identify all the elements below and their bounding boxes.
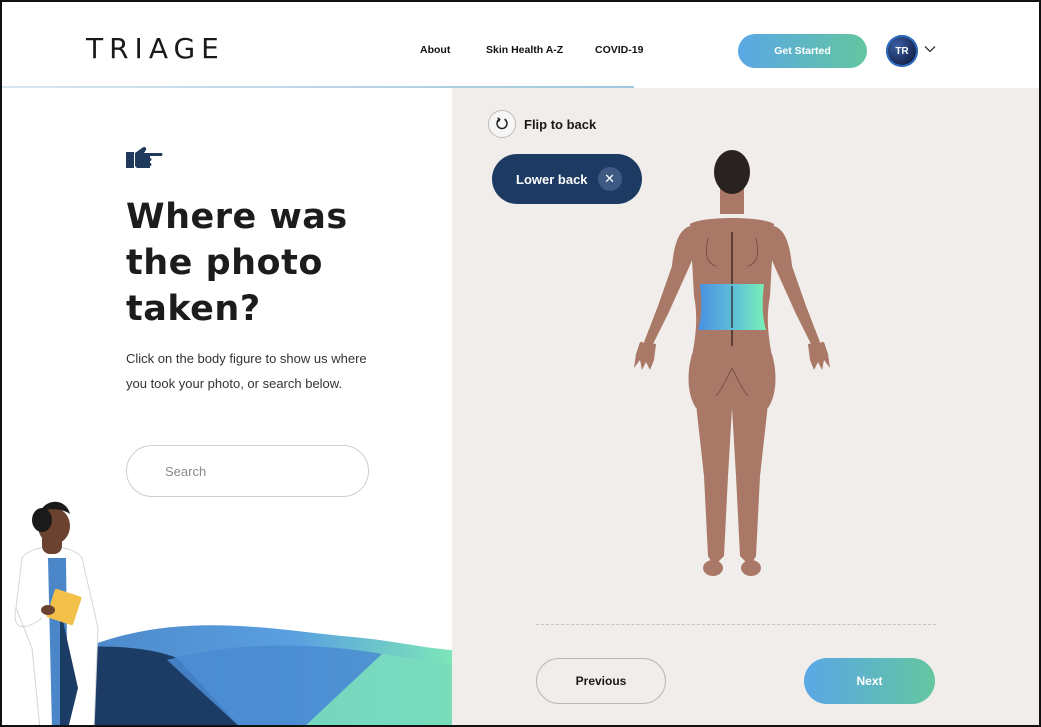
flip-to-back-button[interactable]: Flip to back [488,110,596,138]
body-map-panel: Flip to back Lower back ✕ Previous Next [452,88,1039,725]
rotate-icon [488,110,516,138]
next-button[interactable]: Next [804,658,935,704]
chevron-down-icon[interactable] [924,44,936,54]
app-frame: TRIAGE About Skin Health A-Z COVID-19 Ge… [0,0,1041,727]
doctor-illustration [14,501,99,725]
nav-link-covid[interactable]: COVID-19 [595,44,643,56]
get-started-button[interactable]: Get Started [738,34,867,68]
pointing-hand-icon [126,146,163,168]
divider [536,624,936,625]
instructions-text: Click on the body figure to show us wher… [126,351,367,391]
search-input[interactable] [126,445,369,497]
selected-region-label: Lower back [516,171,588,187]
nav-link-skin-health[interactable]: Skin Health A-Z [486,44,563,56]
triage-logo[interactable]: TRIAGE [86,32,225,65]
nav-link-about[interactable]: About [420,44,450,56]
flip-label: Flip to back [524,116,597,132]
top-nav-bar: TRIAGE About Skin Health A-Z COVID-19 Ge… [2,2,1039,88]
question-panel: Where was the photo taken? Click on the … [2,88,452,725]
body-figure[interactable] [612,146,852,586]
decorative-scene [14,501,452,725]
avatar[interactable]: TR [886,35,918,67]
previous-button[interactable]: Previous [536,658,666,704]
page-title: Where was the photo taken? [126,197,348,329]
